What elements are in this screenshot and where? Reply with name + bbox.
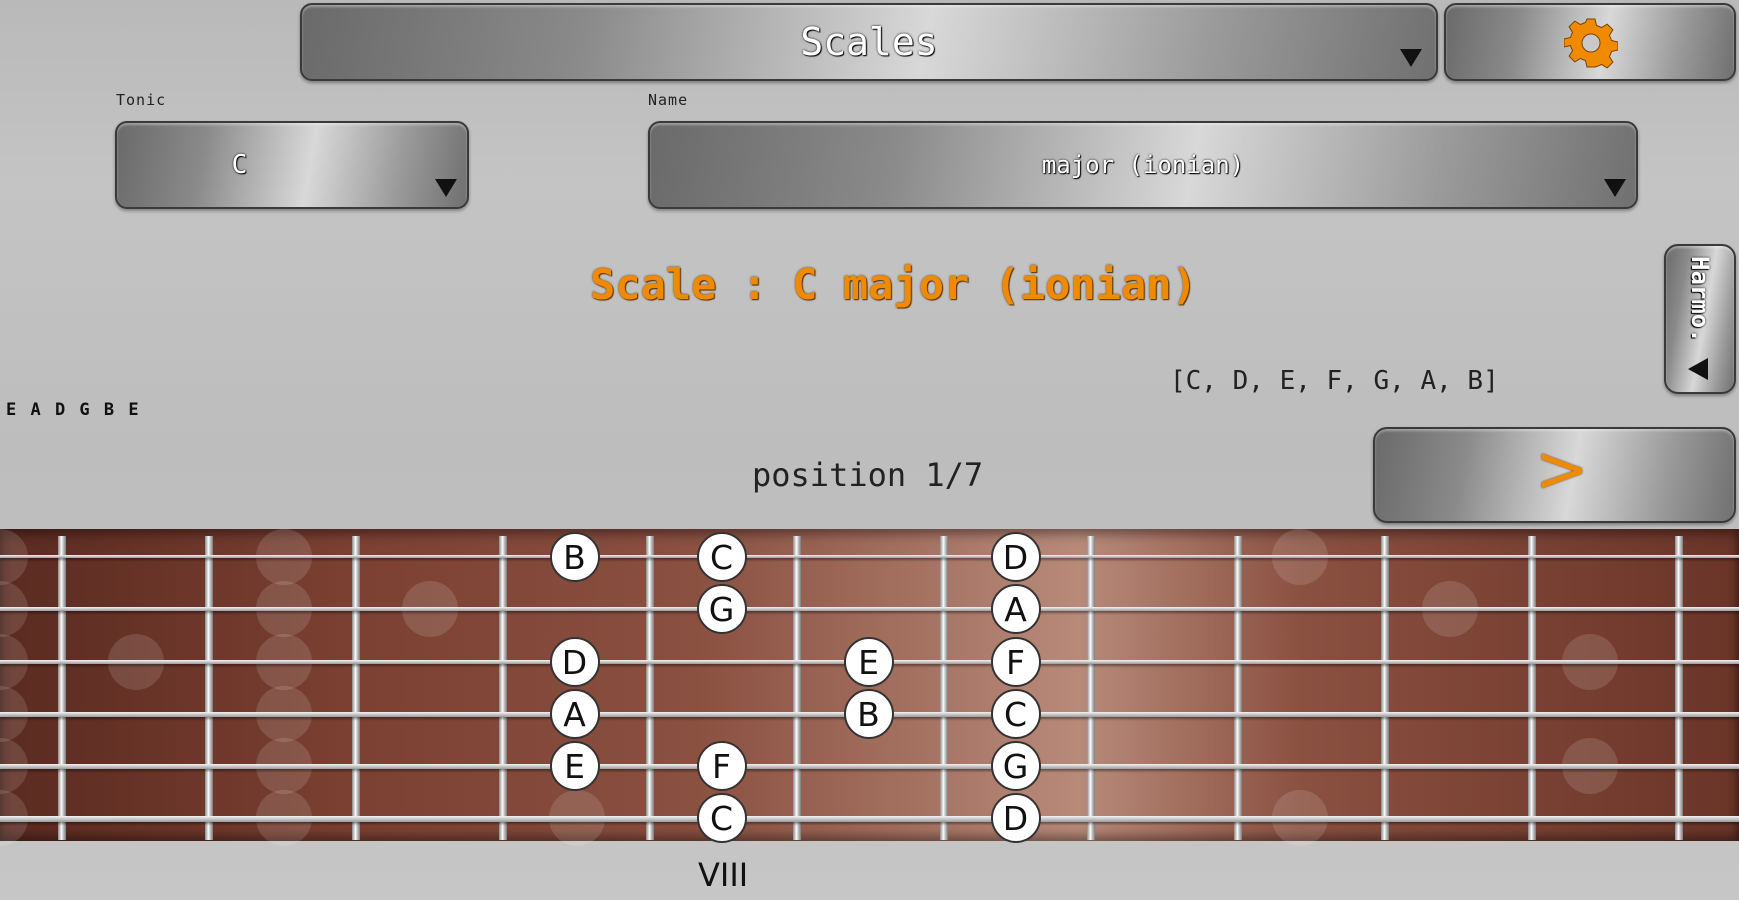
next-arrow: >: [1535, 433, 1589, 507]
note-dot[interactable]: C: [696, 793, 747, 843]
tonic-caption: Tonic: [116, 91, 167, 109]
scale-name-dropdown[interactable]: major (ionian): [648, 121, 1638, 209]
note-dot[interactable]: B: [549, 532, 600, 582]
name-caption: Name: [648, 91, 689, 109]
fret-wire: [1675, 536, 1683, 840]
settings-button[interactable]: [1444, 3, 1736, 81]
guitar-string: [0, 764, 1739, 770]
tonic-dropdown[interactable]: C: [115, 121, 469, 209]
chevron-down-icon: [1400, 49, 1422, 67]
mode-dropdown[interactable]: Scales: [300, 3, 1438, 81]
guitar-string: [0, 816, 1739, 822]
fret-wire: [646, 536, 654, 840]
scale-notes-list: [C, D, E, F, G, A, B]: [1170, 366, 1499, 396]
note-dot[interactable]: C: [696, 532, 747, 582]
note-dot[interactable]: E: [549, 741, 600, 791]
harmo-label: Harmo.: [1686, 256, 1714, 343]
mode-dropdown-label: Scales: [800, 20, 938, 64]
guitar-string: [0, 607, 1739, 611]
gear-icon: [1564, 18, 1618, 69]
chevron-left-icon: [1688, 358, 1708, 380]
fret-wire: [793, 536, 801, 840]
guitar-string: [0, 555, 1739, 558]
note-dot[interactable]: G: [696, 584, 747, 634]
note-dot[interactable]: F: [696, 741, 747, 791]
fret-wire: [1087, 536, 1095, 840]
note-dot[interactable]: D: [549, 637, 600, 687]
tuning-label: E A D G B E: [6, 400, 141, 420]
note-dot[interactable]: F: [990, 637, 1041, 687]
chevron-down-icon: [1604, 179, 1626, 197]
tonic-value: C: [231, 150, 248, 180]
harmo-tab[interactable]: Harmo.: [1664, 244, 1736, 394]
fret-wire: [1234, 536, 1242, 840]
scale-title: Scale : C major (ionian): [590, 260, 1197, 309]
chevron-down-icon: [435, 179, 457, 197]
fret-wire: [940, 536, 948, 840]
fret-wire: [205, 536, 213, 840]
fret-wire: [499, 536, 507, 840]
note-dot[interactable]: B: [843, 689, 894, 739]
note-dot[interactable]: G: [990, 741, 1041, 791]
scale-name-value: major (ionian): [1041, 151, 1245, 179]
fret-wire: [1528, 536, 1536, 840]
note-dot[interactable]: D: [990, 793, 1041, 843]
note-dot[interactable]: A: [549, 689, 600, 739]
fret-wire: [58, 536, 66, 840]
note-dot[interactable]: A: [990, 584, 1041, 634]
note-dot[interactable]: E: [843, 637, 894, 687]
note-dot[interactable]: D: [990, 532, 1041, 582]
fret-wire: [352, 536, 360, 840]
next-position-button[interactable]: >: [1373, 427, 1736, 523]
fret-marker: VIII: [698, 856, 749, 894]
fret-wire: [1381, 536, 1389, 840]
position-label: position 1/7: [752, 456, 984, 494]
note-dot[interactable]: C: [990, 689, 1041, 739]
